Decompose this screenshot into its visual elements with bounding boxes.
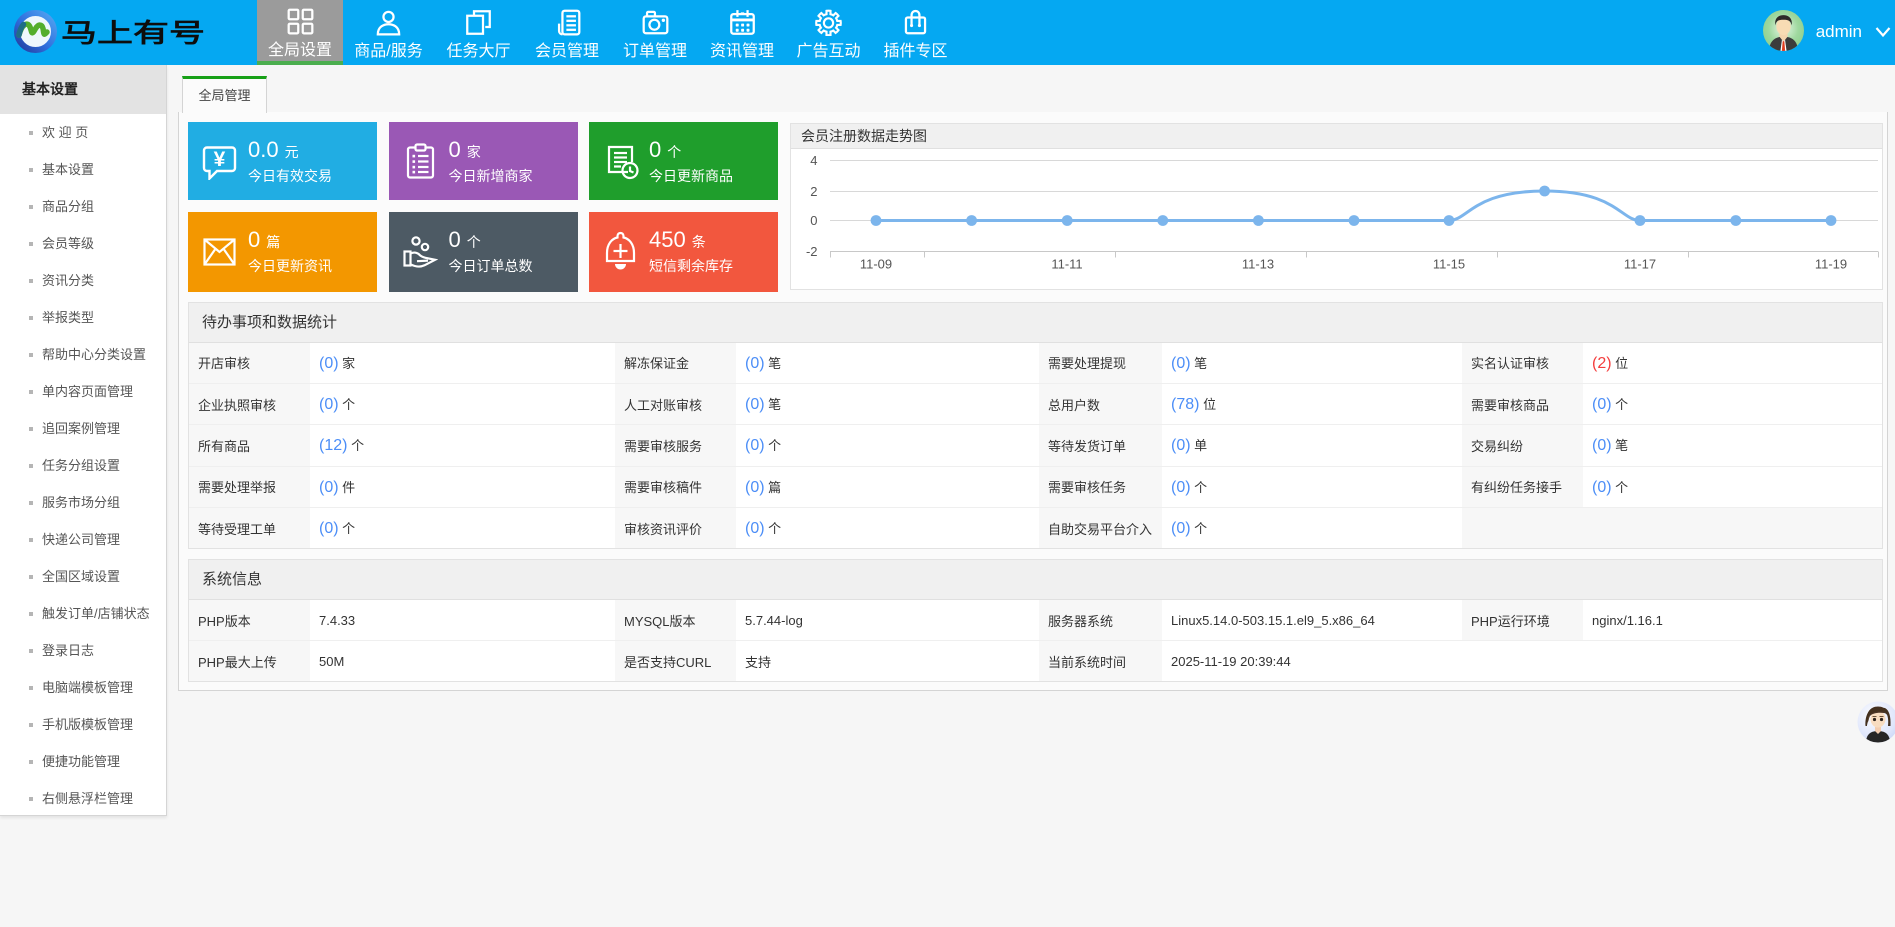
- svg-text:11-09: 11-09: [860, 257, 892, 272]
- svg-text:0: 0: [810, 213, 817, 228]
- svg-text:2: 2: [810, 184, 817, 199]
- svg-text:11-11: 11-11: [1051, 257, 1082, 272]
- svg-text:¥: ¥: [214, 148, 226, 171]
- svg-text:11-17: 11-17: [1624, 257, 1656, 272]
- svg-text:11-15: 11-15: [1433, 257, 1465, 272]
- svg-text:11-19: 11-19: [1815, 257, 1847, 272]
- svg-text:4: 4: [810, 153, 817, 168]
- svg-text:11-13: 11-13: [1242, 257, 1274, 272]
- svg-text:-2: -2: [806, 244, 818, 259]
